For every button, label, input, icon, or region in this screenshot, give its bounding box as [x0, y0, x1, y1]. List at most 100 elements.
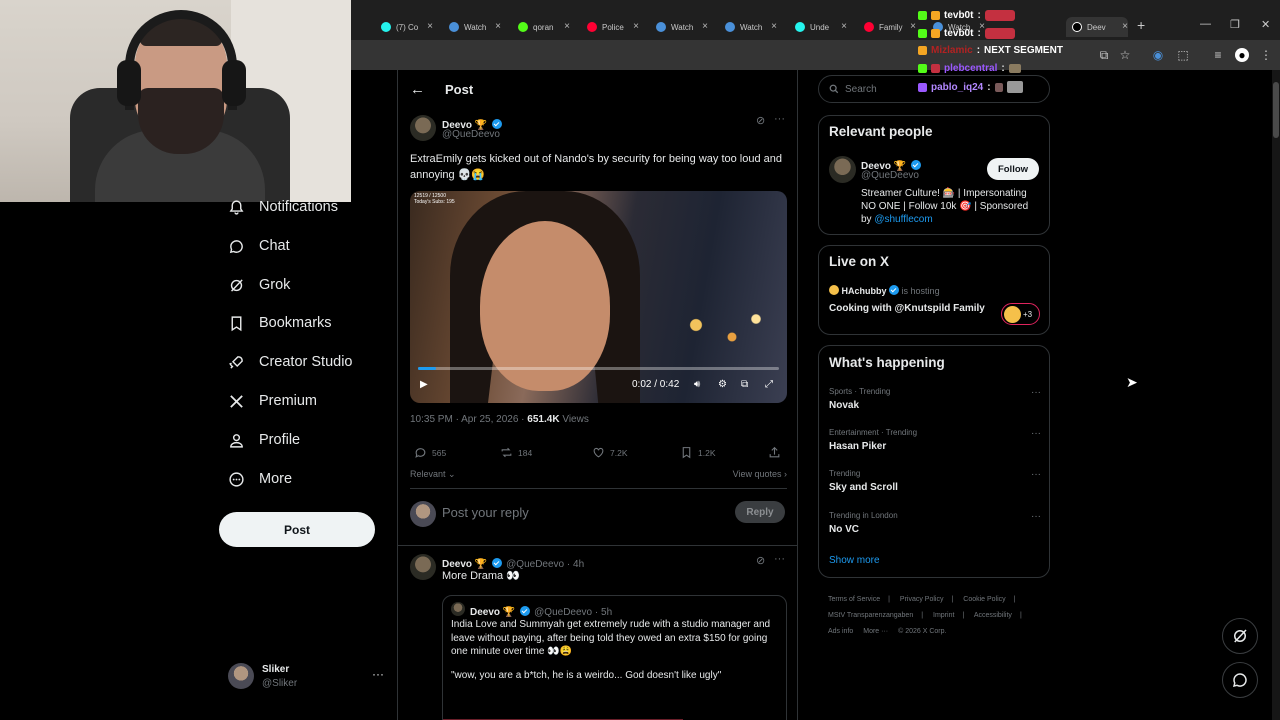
post-button[interactable]: Post: [219, 512, 375, 547]
search-input[interactable]: Search: [818, 75, 1050, 103]
browser-tab[interactable]: qoran ×: [518, 17, 570, 37]
bookmark-star-icon[interactable]: ☆: [1118, 48, 1132, 62]
trend-item[interactable]: Sports · Trending Novak ···: [829, 387, 1041, 411]
chat-fab[interactable]: [1222, 662, 1258, 698]
nav-chat[interactable]: Chat: [228, 234, 290, 258]
footer-link[interactable]: Ads info: [828, 628, 853, 635]
nav-grok[interactable]: Grok: [228, 273, 290, 297]
footer-link[interactable]: MStV Transparenzangaben: [828, 612, 913, 619]
close-tab-icon[interactable]: ×: [1122, 21, 1128, 32]
browser-tab[interactable]: Unde ×: [795, 17, 847, 37]
settings-icon[interactable]: ⚙: [718, 379, 727, 390]
grok-icon[interactable]: ⊘: [756, 114, 765, 127]
close-tab-icon[interactable]: ×: [427, 21, 433, 32]
nav-premium[interactable]: Premium: [228, 389, 317, 413]
more-dots-icon[interactable]: ···: [774, 113, 785, 125]
like-action[interactable]: 7.2K: [592, 446, 628, 459]
play-icon[interactable]: ▶: [420, 379, 428, 390]
nav-creator-studio[interactable]: Creator Studio: [228, 350, 353, 374]
volume-icon[interactable]: 🔊︎: [694, 379, 700, 390]
quoted-tweet[interactable]: Deevo 🏆 @QueDeevo · 5h India Love and Su…: [442, 595, 787, 720]
author-handle[interactable]: @QueDeevo: [442, 129, 500, 140]
grok-icon[interactable]: ⊘: [756, 554, 765, 567]
puzzle-icon[interactable]: ⬚: [1176, 48, 1190, 62]
extension-icon[interactable]: ◉: [1151, 48, 1165, 62]
trend-item[interactable]: Entertainment · Trending Hasan Piker ···: [829, 428, 1041, 452]
person-icon: [230, 433, 243, 448]
more-dots-icon[interactable]: ···: [372, 667, 384, 681]
footer-link[interactable]: More ···: [863, 628, 888, 635]
view-quotes-link[interactable]: View quotes ›: [733, 469, 787, 479]
close-tab-icon[interactable]: ×: [495, 21, 501, 32]
close-tab-icon[interactable]: ×: [910, 21, 916, 32]
reply-composer: Post your reply Reply: [398, 490, 797, 546]
browser-tab[interactable]: (7) Co ×: [381, 17, 433, 37]
pip-icon[interactable]: ⧉: [741, 379, 748, 390]
chat-line: tevb0t:: [918, 28, 1015, 39]
reply-input[interactable]: Post your reply: [442, 505, 529, 520]
more-dots-icon[interactable]: ···: [1031, 469, 1041, 480]
video-player[interactable]: 12519 / 12500 Today's Subs: 195 ▶ 0:02 / …: [410, 191, 787, 403]
verified-badge-icon: [519, 606, 530, 616]
footer-link[interactable]: Accessibility: [974, 612, 1012, 619]
show-more-link[interactable]: Show more: [829, 555, 880, 566]
avatar[interactable]: [410, 554, 436, 580]
address-bar[interactable]: [351, 40, 1280, 70]
menu-dots-icon[interactable]: ⋮: [1259, 48, 1273, 62]
reply-button[interactable]: Reply: [735, 501, 785, 523]
close-tab-icon[interactable]: ×: [702, 21, 708, 32]
browser-top-strip: [351, 0, 1280, 14]
trend-item[interactable]: Trending in London No VC ···: [829, 511, 1041, 535]
footer-link[interactable]: Terms of Service: [828, 596, 880, 603]
listeners-badge[interactable]: +3: [1001, 303, 1040, 325]
youtube-icon: [587, 22, 597, 32]
scrollbar[interactable]: [1272, 70, 1280, 720]
browser-tab[interactable]: Police ×: [587, 17, 639, 37]
footer-link[interactable]: Privacy Policy: [900, 596, 944, 603]
scrollbar-thumb[interactable]: [1273, 82, 1279, 138]
maximize-icon[interactable]: ❐: [1230, 18, 1240, 31]
more-dots-icon[interactable]: ···: [774, 553, 785, 565]
browser-tab[interactable]: Watch ×: [656, 17, 708, 37]
browser-tab[interactable]: Watch ×: [449, 17, 501, 37]
grok-fab[interactable]: [1222, 618, 1258, 654]
video-progress-bar[interactable]: [418, 367, 779, 370]
browser-tab[interactable]: Watch ×: [725, 17, 777, 37]
browser-tab-active[interactable]: Deev ×: [1066, 17, 1128, 37]
repost-action[interactable]: 184: [500, 446, 532, 459]
close-tab-icon[interactable]: ×: [841, 21, 847, 32]
bookmark-action[interactable]: 1.2K: [680, 446, 716, 459]
close-tab-icon[interactable]: ×: [633, 21, 639, 32]
browser-tab[interactable]: Family ×: [864, 17, 916, 37]
more-dots-icon[interactable]: ···: [1031, 387, 1041, 398]
media-icon[interactable]: ≡: [1211, 48, 1225, 62]
new-tab-icon[interactable]: +: [1137, 17, 1145, 33]
nav-profile[interactable]: Profile: [228, 428, 300, 452]
sponsor-link[interactable]: @shufflecom: [874, 214, 932, 225]
reply-action[interactable]: 565: [414, 446, 446, 459]
avatar[interactable]: [410, 115, 436, 141]
footer-link[interactable]: Imprint: [933, 612, 954, 619]
nav-notifications[interactable]: Notifications: [228, 195, 338, 219]
install-icon[interactable]: ⧉: [1097, 48, 1111, 62]
nav-bookmarks[interactable]: Bookmarks: [228, 311, 332, 335]
close-tab-icon[interactable]: ×: [564, 21, 570, 32]
profile-icon[interactable]: ●: [1235, 48, 1249, 62]
more-dots-icon[interactable]: ···: [1031, 428, 1041, 439]
fullscreen-icon[interactable]: ⤢: [765, 379, 773, 390]
nav-more[interactable]: More: [228, 467, 292, 491]
account-switcher[interactable]: Sliker @Sliker ···: [228, 662, 384, 692]
chat-line: tevb0t:: [918, 10, 1015, 21]
more-dots-icon[interactable]: ···: [1031, 511, 1041, 522]
close-tab-icon[interactable]: ×: [771, 21, 777, 32]
back-arrow-icon[interactable]: ←: [410, 81, 425, 98]
footer-link[interactable]: Cookie Policy: [963, 596, 1005, 603]
sort-dropdown[interactable]: Relevant ⌄: [410, 469, 456, 480]
window-close-icon[interactable]: ✕: [1261, 18, 1270, 31]
trend-item[interactable]: Trending Sky and Scroll ···: [829, 469, 1041, 493]
minimize-icon[interactable]: —: [1200, 18, 1211, 30]
avatar[interactable]: [829, 156, 856, 183]
live-space-title[interactable]: Cooking with @Knutspild Family: [829, 303, 985, 314]
share-action[interactable]: [768, 446, 781, 459]
follow-button[interactable]: Follow: [987, 158, 1039, 180]
